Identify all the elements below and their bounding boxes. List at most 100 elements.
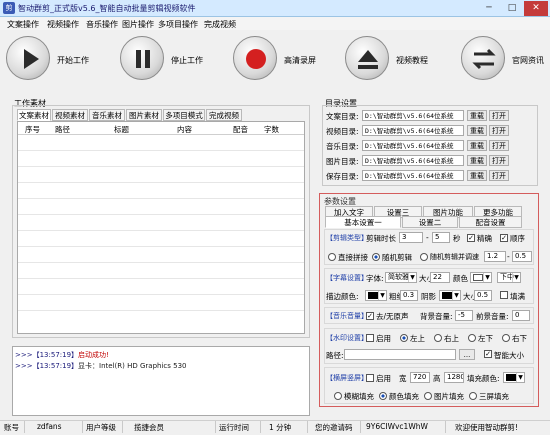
chevron-down-icon: ▼ <box>408 273 416 282</box>
mute-checkbox[interactable]: ✓ <box>366 312 374 320</box>
cut-dash: - <box>426 233 429 242</box>
cut-duration-from[interactable]: 3 <box>399 232 423 243</box>
thick-input[interactable]: 0.3 <box>400 290 418 301</box>
height-input[interactable]: 1280 <box>444 372 464 383</box>
status-runtime-label: 运行时间 <box>219 423 249 432</box>
tab-image-material[interactable]: 图片素材 <box>126 109 162 121</box>
landscape-enable-checkbox[interactable] <box>366 374 374 382</box>
dir-save-open-button[interactable]: 打开 <box>489 170 509 181</box>
speed-from-input[interactable]: 1.2 <box>484 251 506 262</box>
random-radio[interactable] <box>372 253 380 261</box>
dir-image-input[interactable]: D:\智动群剪\v5.6(64位系统 <box>362 155 464 166</box>
dir-save-input[interactable]: D:\智动群剪\v5.6(64位系统 <box>362 170 464 181</box>
color-fill-radio[interactable] <box>379 392 387 400</box>
watermark-path-input[interactable] <box>344 349 456 360</box>
bg-volume-input[interactable]: -5 <box>455 310 473 321</box>
status-invite-label: 您的邀请码 <box>315 423 353 432</box>
order-label: 顺序 <box>510 234 525 243</box>
start-label[interactable]: 开始工作 <box>57 55 89 66</box>
menu-video[interactable]: 视频操作 <box>47 19 79 30</box>
watermark-bottom-right-radio[interactable] <box>502 334 510 342</box>
dir-save-reload-button[interactable]: 重载 <box>467 170 487 181</box>
font-value: 简软雅 <box>388 273 409 281</box>
shadow-size-input[interactable]: 0.5 <box>474 290 492 301</box>
tab-voice-settings[interactable]: 配音设置 <box>459 216 522 228</box>
official-label[interactable]: 官网资讯 <box>512 55 544 66</box>
menu-music[interactable]: 音乐操作 <box>86 19 118 30</box>
swap-icon <box>472 48 496 70</box>
watermark-title: 【水印设置】 <box>326 334 368 342</box>
shadow-color-select[interactable]: ▼ <box>439 290 461 301</box>
dir-video-reload-button[interactable]: 重载 <box>467 125 487 136</box>
dir-image-reload-button[interactable]: 重载 <box>467 155 487 166</box>
watermark-bottom-left-radio[interactable] <box>468 334 476 342</box>
tab-copy-material[interactable]: 文案素材 <box>17 109 51 121</box>
dir-video-open-button[interactable]: 打开 <box>489 125 509 136</box>
dir-image-open-button[interactable]: 打开 <box>489 155 509 166</box>
grid-line <box>18 150 304 151</box>
front-volume-input[interactable]: 0 <box>512 310 530 321</box>
direct-radio[interactable] <box>328 253 336 261</box>
status-account-label: 账号 <box>4 423 19 432</box>
grid-line <box>18 310 304 311</box>
dir-copy-input[interactable]: D:\智动群剪\v5.6(64位系统 <box>362 110 464 121</box>
blur-fill-radio[interactable] <box>334 392 342 400</box>
tab-basic-settings[interactable]: 基本设置一 <box>325 216 401 228</box>
start-button[interactable] <box>6 36 50 80</box>
watermark-top-right-radio[interactable] <box>434 334 442 342</box>
stroke-color-select[interactable]: ▼ <box>365 290 387 301</box>
precise-checkbox[interactable]: ✓ <box>467 234 475 242</box>
tab-settings-two[interactable]: 设置二 <box>402 216 458 228</box>
tab-music-material[interactable]: 音乐素材 <box>89 109 125 121</box>
triple-screen-radio[interactable] <box>469 392 477 400</box>
fill-color-select[interactable]: ▼ <box>503 372 525 383</box>
color-select[interactable]: ▼ <box>470 272 492 283</box>
watermark-browse-button[interactable]: ... <box>459 349 475 360</box>
tutorial-label[interactable]: 视频教程 <box>396 55 428 66</box>
watermark-enable-checkbox[interactable] <box>366 334 374 342</box>
material-table[interactable] <box>17 121 305 334</box>
stroke-swatch <box>368 292 378 299</box>
record-label[interactable]: 高清录屏 <box>284 55 316 66</box>
close-icon[interactable]: ✕ <box>524 1 548 16</box>
dir-copy-open-button[interactable]: 打开 <box>489 110 509 121</box>
fill-checkbox[interactable] <box>500 291 508 299</box>
tutorial-button[interactable] <box>345 36 389 80</box>
menu-copy[interactable]: 文案操作 <box>7 19 39 30</box>
minimize-icon[interactable]: ─ <box>478 1 500 16</box>
order-checkbox[interactable]: ✓ <box>500 234 508 242</box>
size-input[interactable]: 22 <box>430 272 450 283</box>
dir-video-input[interactable]: D:\智动群剪\v5.6(64位系统 <box>362 125 464 136</box>
width-input[interactable]: 720 <box>410 372 430 383</box>
status-divider <box>307 421 308 433</box>
tab-multi-project[interactable]: 多项目模式 <box>163 109 205 121</box>
stop-button[interactable] <box>120 36 164 80</box>
dir-music-open-button[interactable]: 打开 <box>489 140 509 151</box>
chevron-down-icon: ▼ <box>516 373 524 382</box>
grid-line <box>18 294 304 295</box>
font-select[interactable]: 简软雅 ▼ <box>385 272 417 283</box>
position-select[interactable]: 下中 ▼ <box>497 272 521 283</box>
status-level-value: 揽捷会员 <box>134 423 164 432</box>
speed-to-input[interactable]: 0.5 <box>512 251 532 262</box>
menu-image[interactable]: 图片操作 <box>122 19 154 30</box>
record-button[interactable] <box>233 36 277 80</box>
dir-music-reload-button[interactable]: 重载 <box>467 140 487 151</box>
font-label: 字体: <box>366 274 384 283</box>
menu-finished[interactable]: 完成视频 <box>204 19 236 30</box>
menu-multi-project[interactable]: 多项目操作 <box>158 19 198 30</box>
maximize-icon[interactable]: □ <box>501 1 523 16</box>
random-label: 随机剪辑 <box>382 253 412 262</box>
watermark-enable-label: 启用 <box>376 334 391 343</box>
official-button[interactable] <box>461 36 505 80</box>
random-speed-radio[interactable] <box>420 253 428 261</box>
dir-copy-reload-button[interactable]: 重载 <box>467 110 487 121</box>
stop-label[interactable]: 停止工作 <box>171 55 203 66</box>
smart-size-checkbox[interactable]: ✓ <box>484 350 492 358</box>
cut-duration-to[interactable]: 5 <box>432 232 450 243</box>
image-fill-radio[interactable] <box>424 392 432 400</box>
watermark-top-left-radio[interactable] <box>400 334 408 342</box>
dir-music-input[interactable]: D:\智动群剪\v5.6(64位系统 <box>362 140 464 151</box>
tab-video-material[interactable]: 视频素材 <box>52 109 88 121</box>
tab-finished-video[interactable]: 完成视频 <box>206 109 242 121</box>
